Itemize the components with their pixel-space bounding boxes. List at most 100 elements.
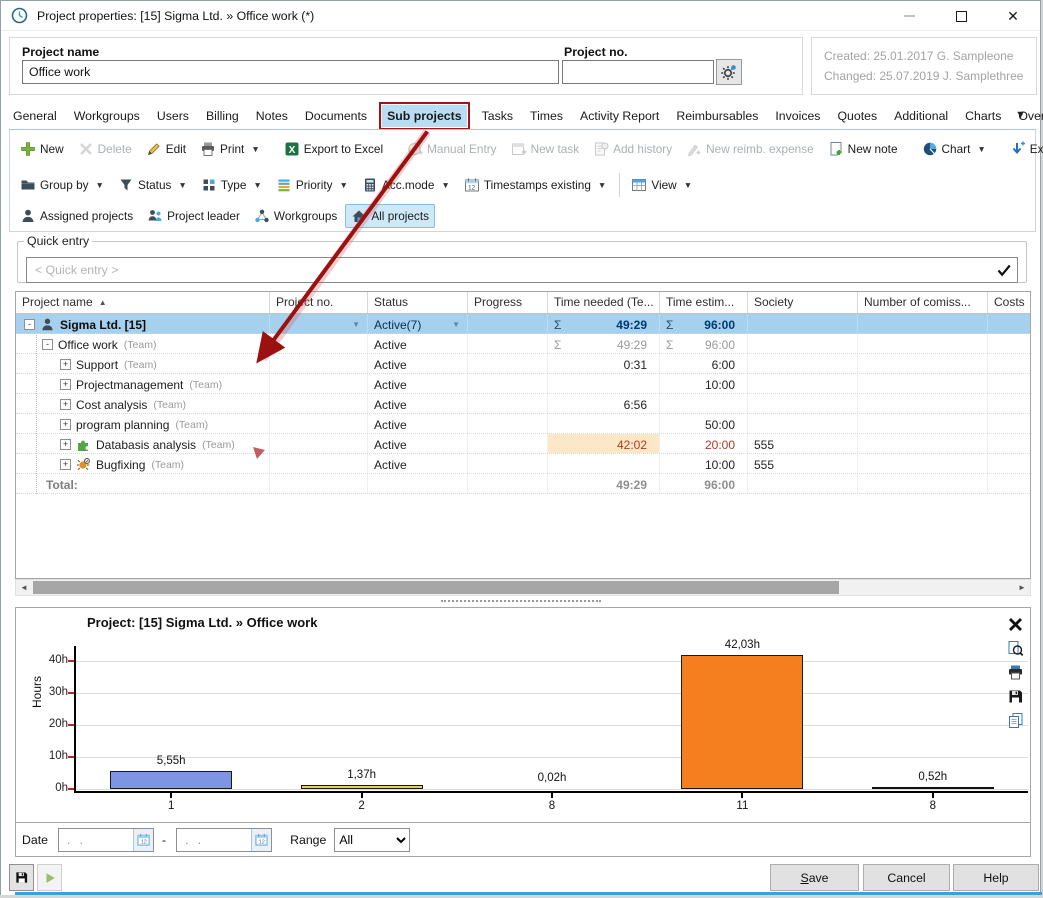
cell-progress — [468, 454, 548, 473]
workgroups-button[interactable]: Workgroups — [248, 204, 343, 228]
tab-general[interactable]: General — [11, 105, 59, 127]
project-no-input[interactable] — [562, 60, 714, 84]
tab-invoices[interactable]: Invoices — [773, 105, 822, 127]
expand-toggle[interactable]: + — [60, 419, 71, 430]
quick-entry-input[interactable] — [26, 257, 1018, 283]
calendar-picker-icon[interactable]: 12 — [133, 829, 153, 851]
zoom-preview-button[interactable] — [1007, 640, 1024, 657]
date-from-field[interactable]: . . 12 — [58, 828, 154, 852]
close-button[interactable] — [1007, 616, 1024, 633]
table-row[interactable]: +Databasis analysis(Team)Active42:0220:0… — [16, 434, 1030, 454]
project-leader-button[interactable]: Project leader — [141, 204, 246, 228]
tab-quotes[interactable]: Quotes — [835, 105, 879, 127]
save-chart-button[interactable] — [1007, 688, 1024, 705]
project-no-settings-button[interactable] — [716, 59, 742, 85]
manual-entry-button[interactable]: Manual Entry — [401, 137, 503, 161]
chart-panel: Project: [15] Sigma Ltd. » Office work H… — [15, 607, 1031, 823]
delete-button[interactable]: Delete — [72, 137, 138, 161]
scroll-right-arrow-icon[interactable]: ► — [1014, 580, 1030, 595]
run-button[interactable] — [37, 864, 62, 891]
add-history-button[interactable]: Add history — [587, 137, 678, 161]
tab-charts[interactable]: Charts — [963, 105, 1003, 127]
status-button[interactable]: Status▼ — [112, 173, 193, 197]
help-button[interactable]: Help — [953, 864, 1039, 891]
expand-toggle[interactable]: + — [60, 439, 71, 450]
scroll-left-arrow-icon[interactable]: ◄ — [16, 580, 32, 595]
table-row[interactable]: -Sigma Ltd. [15]▼Active(7)▼Σ49:29Σ96:00 — [16, 314, 1030, 334]
column-header-time-estim[interactable]: Time estim... — [660, 292, 748, 313]
collapse-toggle[interactable]: - — [42, 339, 53, 350]
all-projects-button[interactable]: All projects — [345, 204, 435, 228]
collapse-toggle[interactable]: - — [24, 319, 35, 330]
view-button[interactable]: View▼ — [625, 173, 698, 197]
range-select[interactable]: All — [334, 828, 410, 852]
maximize-button[interactable] — [948, 5, 974, 27]
table-row[interactable]: +Cost analysis(Team)Active6:56 — [16, 394, 1030, 414]
close-button[interactable]: ✕ — [1000, 5, 1026, 27]
table-total-row[interactable]: Total:49:2996:00 — [16, 474, 1030, 494]
column-header-project-no[interactable]: Project no. — [270, 292, 368, 313]
new-note-button[interactable]: New note — [822, 137, 904, 161]
copy-chart-button[interactable] — [1007, 712, 1024, 729]
save-icon-button[interactable] — [9, 864, 34, 891]
new-reimb-expense-button[interactable]: New reimb. expense — [680, 137, 820, 161]
chart-gridline — [76, 693, 1028, 694]
x-tick-mark — [741, 793, 743, 798]
confirm-check-icon[interactable] — [996, 262, 1012, 278]
new-task-button[interactable]: New task — [505, 137, 586, 161]
expand-button[interactable]: Expand — [1004, 137, 1043, 161]
history-note-icon — [593, 141, 609, 157]
minimize-button[interactable] — [896, 5, 922, 27]
project-name-input[interactable] — [22, 60, 559, 84]
table-row[interactable]: +Bugfixing(Team)Active10:00555 — [16, 454, 1030, 474]
assigned-projects-button[interactable]: Assigned projects — [14, 204, 139, 228]
chart-button[interactable]: Chart▼ — [916, 137, 992, 161]
tab-tasks[interactable]: Tasks — [480, 105, 515, 127]
timestamps-existing-button[interactable]: 12Timestamps existing▼ — [458, 173, 613, 197]
expand-toggle[interactable]: + — [60, 399, 71, 410]
tab-sub-projects[interactable]: Sub projects — [382, 105, 466, 127]
new-button[interactable]: New — [14, 137, 70, 161]
cancel-button[interactable]: Cancel — [863, 864, 950, 891]
expand-toggle[interactable]: + — [60, 459, 71, 470]
tab-additional[interactable]: Additional — [892, 105, 950, 127]
save-button[interactable]: Save — [770, 864, 859, 891]
print-button[interactable]: Print▼ — [194, 137, 266, 161]
column-header-costs[interactable]: Costs — [988, 292, 1031, 313]
table-row[interactable]: +program planning(Team)Active50:00 — [16, 414, 1030, 434]
tab-activity-report[interactable]: Activity Report — [578, 105, 661, 127]
tab-overflow-chevron-icon[interactable]: ▼ — [1015, 109, 1026, 121]
tab-notes[interactable]: Notes — [254, 105, 290, 127]
column-header-time-needed-te[interactable]: Time needed (Te... — [548, 292, 660, 313]
tab-billing[interactable]: Billing — [204, 105, 241, 127]
tab-documents[interactable]: Documents — [303, 105, 369, 127]
priority-button[interactable]: Priority▼ — [270, 173, 354, 197]
export-to-excel-button[interactable]: XExport to Excel — [278, 137, 389, 161]
scrollbar-thumb[interactable] — [33, 581, 839, 594]
tab-times[interactable]: Times — [528, 105, 565, 127]
column-header-society[interactable]: Society — [748, 292, 858, 313]
calendar-picker-icon[interactable]: 12 — [251, 829, 271, 851]
acc-mode-button[interactable]: Acc.mode▼ — [356, 173, 456, 197]
expand-toggle[interactable]: + — [60, 379, 71, 390]
print-chart-button[interactable] — [1007, 664, 1024, 681]
tab-reimbursables[interactable]: Reimbursables — [674, 105, 760, 127]
date-to-field[interactable]: . . 12 — [176, 828, 272, 852]
edit-button[interactable]: Edit — [140, 137, 192, 161]
splitter-handle[interactable] — [441, 600, 601, 603]
tab-workgroups[interactable]: Workgroups — [72, 105, 142, 127]
column-header-project-name[interactable]: Project name▲ — [16, 292, 270, 313]
filter-chevron-icon[interactable]: ▼ — [452, 320, 463, 329]
table-row[interactable]: +Projectmanagement(Team)Active10:00 — [16, 374, 1030, 394]
expand-toggle[interactable]: + — [60, 359, 71, 370]
filter-chevron-icon[interactable]: ▼ — [352, 320, 363, 329]
type-button[interactable]: Type▼ — [195, 173, 268, 197]
column-header-number-of-comiss[interactable]: Number of comiss... — [858, 292, 988, 313]
table-row[interactable]: +Support(Team)Active0:316:00 — [16, 354, 1030, 374]
column-header-progress[interactable]: Progress — [468, 292, 548, 313]
column-header-status[interactable]: Status — [368, 292, 468, 313]
table-row[interactable]: -Office work(Team)ActiveΣ49:29Σ96:00 — [16, 334, 1030, 354]
group-by-button[interactable]: Group by▼ — [14, 173, 110, 197]
horizontal-scrollbar[interactable]: ◄ ► — [15, 579, 1031, 596]
tab-users[interactable]: Users — [155, 105, 191, 127]
